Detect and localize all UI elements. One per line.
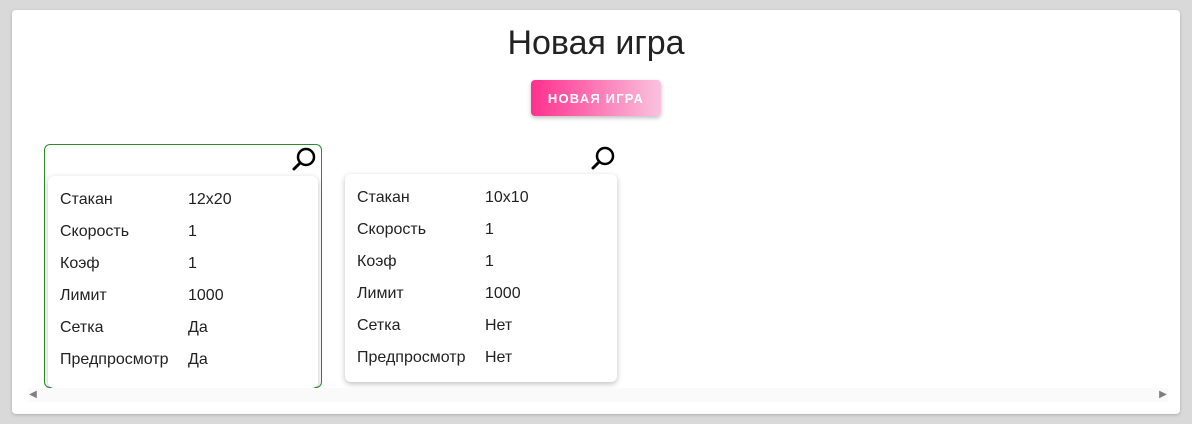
setting-label: Предпросмотр [60, 351, 169, 368]
setting-value: 1 [188, 223, 197, 240]
setting-label: Лимит [357, 285, 404, 302]
setting-label: Сетка [357, 317, 401, 334]
arrow-right-icon[interactable]: ▶ [1158, 390, 1168, 400]
setting-value: 1 [485, 221, 494, 238]
setting-row-preview: Предпросмотр Да [60, 344, 306, 376]
setting-row-preview: Предпросмотр Нет [357, 342, 605, 374]
setting-label: Скорость [60, 223, 130, 240]
setting-value: Нет [485, 349, 513, 366]
new-game-panel: Новая игра НОВАЯ ИГРА Стакан 12x20 Скоро… [12, 10, 1180, 414]
page-title: Новая игра [507, 24, 685, 62]
setting-value: Да [188, 351, 208, 368]
horizontal-scrollbar[interactable]: ◀ ▶ [28, 388, 1168, 402]
setting-value: 1 [188, 255, 197, 272]
setting-row-coef: Коэф 1 [60, 248, 306, 280]
magnifier-icon[interactable] [291, 146, 317, 172]
arrow-left-icon[interactable]: ◀ [28, 390, 38, 400]
setting-label: Предпросмотр [357, 349, 466, 366]
setting-value: 1 [485, 253, 494, 270]
setting-label: Коэф [357, 253, 397, 270]
setting-label: Скорость [357, 221, 427, 238]
setting-row-limit: Лимит 1000 [60, 280, 306, 312]
setting-row-grid: Сетка Нет [357, 310, 605, 342]
setting-label: Лимит [60, 287, 107, 304]
setting-label: Стакан [60, 191, 113, 208]
setting-row-speed: Скорость 1 [60, 216, 306, 248]
setting-row-limit: Лимит 1000 [357, 278, 605, 310]
setting-row-coef: Коэф 1 [357, 246, 605, 278]
magnifier-icon[interactable] [590, 145, 616, 171]
new-game-button[interactable]: НОВАЯ ИГРА [531, 80, 661, 116]
setting-value: Нет [485, 317, 513, 334]
setting-value: Да [188, 319, 208, 336]
setting-label: Сетка [60, 319, 104, 336]
game-slot-1[interactable]: Стакан 12x20 Скорость 1 Коэф 1 Лимит 100… [44, 144, 322, 388]
game-settings-card: Стакан 10x10 Скорость 1 Коэф 1 Лимит 100… [345, 174, 617, 382]
setting-value: 10x10 [485, 189, 529, 206]
setting-label: Коэф [60, 255, 100, 272]
setting-row-speed: Скорость 1 [357, 214, 605, 246]
setting-row-glass: Стакан 12x20 [60, 184, 306, 216]
setting-value: 1000 [485, 285, 521, 302]
setting-row-grid: Сетка Да [60, 312, 306, 344]
setting-row-glass: Стакан 10x10 [357, 182, 605, 214]
setting-label: Стакан [357, 189, 410, 206]
setting-value: 1000 [188, 287, 224, 304]
game-slot-2[interactable]: Стакан 10x10 Скорость 1 Коэф 1 Лимит 100… [344, 144, 620, 386]
setting-value: 12x20 [188, 191, 232, 208]
game-settings-card: Стакан 12x20 Скорость 1 Коэф 1 Лимит 100… [48, 176, 318, 388]
